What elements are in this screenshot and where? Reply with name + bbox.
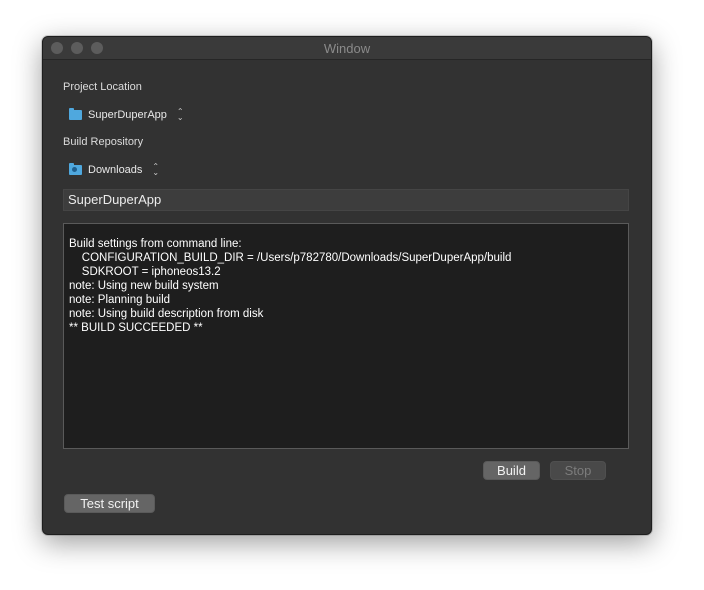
window-title: Window — [323, 41, 371, 56]
console-line: note: Planning build — [69, 294, 171, 306]
console-line: ** BUILD SUCCEEDED ** — [69, 322, 203, 334]
title-bar[interactable]: Window — [43, 37, 651, 60]
project-location-value: SuperDuperApp — [88, 109, 167, 121]
build-button[interactable]: Build — [483, 461, 540, 480]
chevron-up-down-icon: ⌃ ⌄ — [176, 107, 184, 122]
test-script-button[interactable]: Test script — [64, 494, 155, 513]
app-name-field[interactable]: SuperDuperApp — [63, 189, 629, 211]
chevron-up-down-icon: ⌃ ⌄ — [152, 162, 160, 177]
build-repository-value: Downloads — [88, 164, 143, 176]
downloads-folder-icon — [69, 163, 82, 175]
project-location-popup[interactable]: SuperDuperApp ⌃ ⌄ — [69, 105, 184, 125]
build-repository-label: Build Repository — [63, 136, 144, 148]
main-window: Window Project Location SuperDuperApp ⌃ ⌄… — [42, 36, 652, 535]
console-line: SDKROOT = iphoneos13.2 — [69, 266, 221, 278]
console-line: note: Using build description from disk — [69, 308, 264, 320]
build-output-console[interactable]: Build settings from command line: CONFIG… — [63, 223, 629, 449]
console-line: Build settings from command line: — [69, 238, 242, 250]
console-line: note: Using new build system — [69, 280, 219, 292]
console-line: CONFIGURATION_BUILD_DIR = /Users/p782780… — [69, 252, 512, 264]
project-location-label: Project Location — [63, 81, 142, 93]
folder-icon — [69, 108, 82, 120]
stop-button[interactable]: Stop — [550, 461, 606, 480]
build-repository-popup[interactable]: Downloads ⌃ ⌄ — [69, 160, 159, 180]
